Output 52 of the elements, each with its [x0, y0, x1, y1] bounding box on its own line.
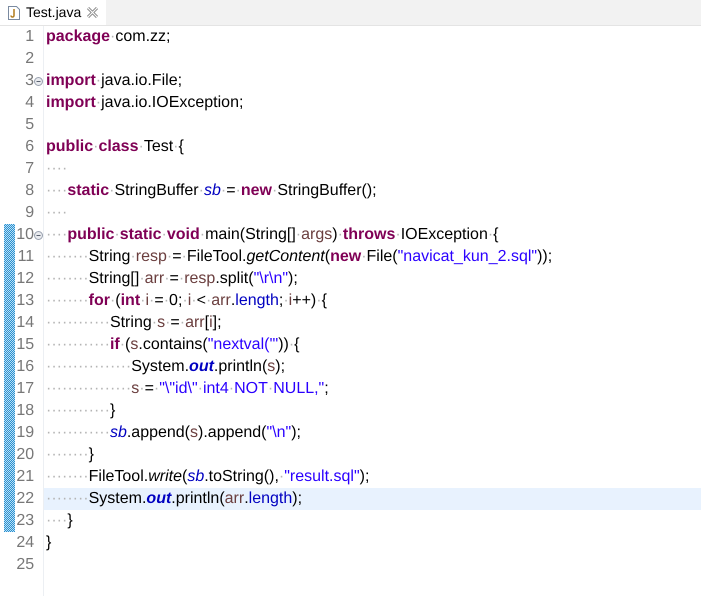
code-line: ····: [45, 159, 68, 179]
line-number: 15: [15, 335, 34, 355]
code-line: ········FileTool.write(sb.toString(),·"result.sql");: [45, 467, 370, 487]
line-number: 25: [15, 555, 34, 575]
code-line: ····public·static·void·main(String[]·args)·throws·IOException·{: [45, 225, 499, 245]
code-line: ····static·StringBuffer·sb·=·new·StringBuffer();: [45, 181, 377, 201]
code-line: ········String[]·arr·=·resp.split("\r\n");: [45, 269, 298, 289]
line-number: 8: [24, 181, 34, 201]
code-line: import·java.io.IOException;: [45, 93, 244, 113]
line-number: 13: [15, 291, 34, 311]
line-number: 23: [15, 511, 34, 531]
code-line: }: [45, 533, 52, 553]
line-number: 3: [24, 71, 34, 91]
line-number: 19: [15, 423, 34, 443]
line-number: 22: [15, 489, 34, 509]
line-number: 10: [15, 225, 34, 245]
code-line: package·com.zz;: [45, 27, 170, 47]
line-number: 1: [24, 27, 34, 47]
line-number: 14: [15, 313, 34, 333]
code-line: ············}: [45, 401, 116, 421]
code-line: ········for·(int·i·=·0;·i·<·arr.length;·i++)·{: [45, 291, 327, 311]
code-line: ············String·s·=·arr[i];: [45, 313, 222, 333]
code-line: ················System.out.println(s);: [45, 357, 286, 377]
line-number: 16: [15, 357, 34, 377]
line-number: 21: [15, 467, 34, 487]
code-line: ············if·(s.contains("nextval('"))·{: [45, 335, 300, 355]
code-line: ················s·=·"\"id\"·int4·NOT·NULL,";: [45, 379, 329, 399]
java-file-icon: [8, 6, 20, 20]
collapse-icon[interactable]: [34, 230, 43, 240]
code-line: ····: [45, 203, 68, 223]
line-number: 20: [15, 445, 34, 465]
code-line: ········String·resp·=·FileTool.getContent(new·File("navicat_kun_2.sql"));: [45, 247, 552, 267]
line-number: 12: [15, 269, 34, 289]
editor-tab[interactable]: Test.java: [0, 0, 106, 25]
line-number: 5: [24, 115, 34, 135]
line-number: 17: [15, 379, 34, 399]
collapse-icon[interactable]: [34, 76, 43, 86]
line-number: 18: [15, 401, 34, 421]
line-number: 4: [24, 93, 34, 113]
line-number: 6: [24, 137, 34, 157]
line-number: 9: [24, 203, 34, 223]
code-line: public·class·Test·{: [45, 137, 184, 157]
line-number: 24: [15, 533, 34, 553]
close-icon[interactable]: [87, 7, 98, 18]
line-number: 7: [24, 159, 34, 179]
code-line: ········}: [45, 445, 94, 465]
code-line: ············sb.append(s).append("\n");: [45, 423, 301, 443]
line-number: 2: [24, 49, 34, 69]
code-line: import·java.io.File;: [45, 71, 182, 91]
code-line: ····}: [45, 511, 73, 531]
code-line: ········System.out.println(arr.length);: [45, 489, 302, 509]
line-number: 11: [16, 247, 34, 267]
